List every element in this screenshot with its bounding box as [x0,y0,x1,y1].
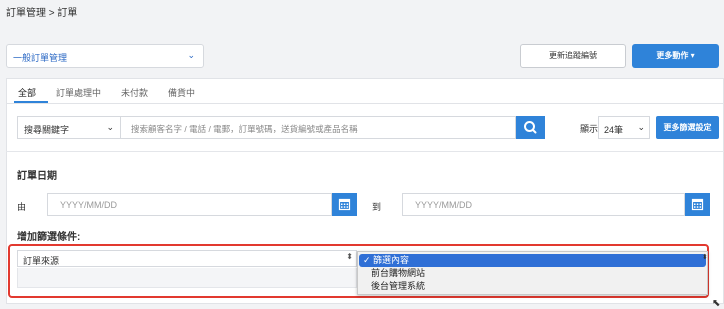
order-type-value: 一般訂單管理 [13,53,68,63]
order-date-title: 訂單日期 [17,171,57,182]
divider [6,151,724,152]
keyword-select-value: 搜尋關鍵字 [24,125,70,135]
filter-row-background [17,268,357,288]
mouse-cursor-icon: ⬉ [712,298,721,309]
chevron-down-icon: ⌄ [187,50,195,60]
date-to-label: 到 [372,202,382,212]
page-size-label: 顯示 [580,124,599,134]
keyword-select[interactable]: 搜尋關鍵字 ⌄ [17,116,121,139]
order-status-tabs: 全部 訂單處理中 未付款 備貨中 [6,78,724,104]
calendar-icon [338,198,351,211]
search-button[interactable] [516,116,545,139]
tab-preparing[interactable]: 備貨中 [168,86,195,99]
date-from-label: 由 [17,202,27,212]
chevron-down-icon: ⌄ [637,122,645,132]
dropdown-option-admin[interactable]: 後台管理系統 [358,280,707,293]
add-filter-title: 增加篩選條件: [17,232,81,243]
more-actions-button[interactable]: 更多動作 ▾ [632,44,719,68]
order-type-select[interactable]: 一般訂單管理 ⌄ [6,44,204,68]
page-size-value: 24筆 [604,125,624,135]
breadcrumb: 訂單管理 > 訂單 [6,8,78,19]
dropdown-option-storefront[interactable]: 前台購物網站 [358,267,707,280]
dropdown-option-selected[interactable]: ✓ 篩選內容 [359,254,706,267]
filter-field-select[interactable]: 訂單來源 ⬍ [17,250,357,267]
tab-unpaid[interactable]: 未付款 [121,86,148,99]
select-arrows-icon: ⬍ [702,254,708,261]
search-icon [524,121,537,134]
date-from-placeholder: YYYY/MM/DD [60,200,118,210]
date-from-input[interactable]: YYYY/MM/DD [47,193,332,216]
date-to-placeholder: YYYY/MM/DD [415,200,473,210]
filter-value-dropdown[interactable]: ✓ 篩選內容 前台購物網站 後台管理系統 [357,251,708,295]
date-to-calendar-button[interactable] [685,193,710,216]
page-size-select[interactable]: 24筆 ⌄ [598,116,650,139]
tab-all[interactable]: 全部 [18,86,36,99]
active-tab-indicator [14,101,48,103]
calendar-icon [691,198,704,211]
select-arrows-icon: ⬍ [346,252,353,261]
search-placeholder: 搜索顧客名字 / 電話 / 電郵，訂單號碼，送貨編號或產品名稱 [131,124,358,134]
chevron-down-icon: ⌄ [106,122,114,132]
date-from-calendar-button[interactable] [332,193,357,216]
tab-processing[interactable]: 訂單處理中 [56,86,101,99]
filter-field-value: 訂單來源 [23,256,60,266]
update-tracking-button[interactable]: 更新追蹤編號 [520,44,626,68]
date-to-input[interactable]: YYYY/MM/DD [402,193,685,216]
more-filters-button[interactable]: 更多篩選設定 [656,116,719,139]
search-input[interactable]: 搜索顧客名字 / 電話 / 電郵，訂單號碼，送貨編號或產品名稱 [121,116,516,139]
